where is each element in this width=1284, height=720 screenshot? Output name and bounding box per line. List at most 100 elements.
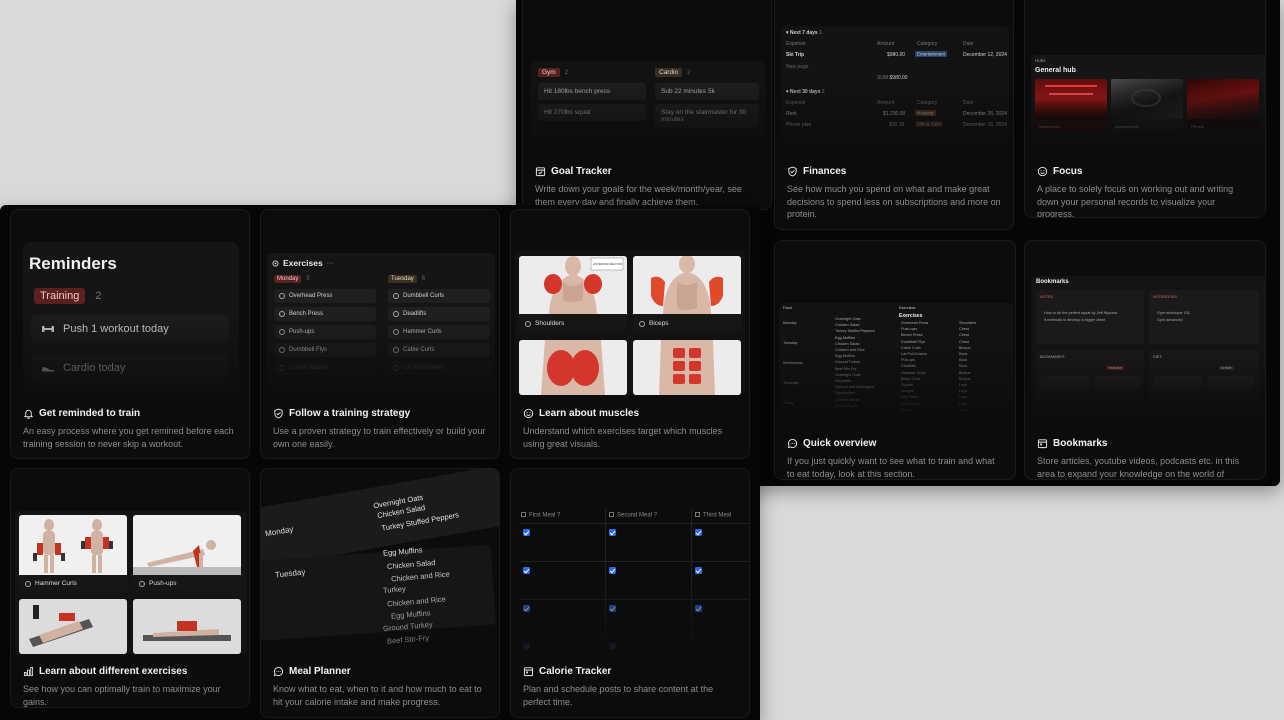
exercises-col-count: 6 [421,276,426,282]
exercise-item[interactable]: Deadlifts [388,307,490,321]
bookmarks-card[interactable]: Bookmarks NOTES How to do the perfect sq… [1024,240,1266,480]
finances-row-name[interactable]: Phone plan [786,122,811,128]
overview-food-item[interactable]: Salmon and Asparagus [835,385,874,389]
overview-food-item[interactable]: Ground Turkey [835,360,860,364]
goal-item[interactable]: Hit 180lbs bench press [538,83,646,100]
muscle-tile-glutes[interactable] [519,340,627,395]
overview-exercise-item[interactable]: Bench Press [901,333,923,337]
overview-exercise-item[interactable]: Overhead Press [901,321,928,325]
overview-exercise-item[interactable]: Pull-ups [901,358,915,362]
overview-exercise-item[interactable]: Hammer Curls [901,371,925,375]
exercise-item[interactable]: Cable Curls [388,343,490,357]
training-strategy-card[interactable]: Exercises ··· Monday 5 Tuesday 6 Overhea… [260,209,500,459]
muscle-tile-abs[interactable] [633,340,741,395]
overview-food-item[interactable]: Greek Yogurt [835,404,857,408]
focus-card[interactable]: Hubs General hub Workout hub Important h… [1024,0,1266,218]
overview-food-item[interactable]: Egg Muffins [835,336,855,340]
more-icon[interactable]: ··· [327,260,334,267]
muscle-tile-biceps[interactable]: Biceps [633,256,741,331]
reminder-item[interactable]: Cardio today [31,354,229,382]
focus-tile-pr[interactable]: PR hub [1187,79,1259,131]
goal-item[interactable]: Hit 270lbs squat [538,104,646,121]
overview-exercise-item[interactable]: Squats [901,383,913,387]
overview-food-item[interactable]: Chicken Salad [835,342,859,346]
overview-food-item[interactable]: Overnight Oats [835,373,861,377]
meal-item[interactable]: Turkey [383,584,406,595]
meal-checkbox[interactable] [609,643,616,650]
overview-exercise-item[interactable]: Push-ups [901,327,917,331]
exercise-tile-bench[interactable] [19,599,127,654]
finances-row-name[interactable]: Ski Trip [786,52,804,58]
meal-checkbox[interactable] [695,605,702,612]
overview-food-item[interactable]: Egg Muffins [835,391,855,395]
overview-food-item[interactable]: Chicken Salad [835,323,859,327]
overview-food-item[interactable]: Beef Stir-Fry [835,367,856,371]
overview-exercise-item[interactable]: Deadlifts [901,364,916,368]
overview-food-item[interactable]: Chicken Salad [835,398,859,402]
exercise-item[interactable]: Hammer Curls [388,325,490,339]
exercise-tile-push-ups[interactable]: Push-ups [133,515,241,591]
finances-row-name[interactable]: Rent [786,111,797,117]
overview-food-item[interactable]: Overnight Oats [835,317,861,321]
bookmarks-notebook-item[interactable]: Gym advanced [1157,318,1183,322]
overview-food-item[interactable]: Chicken and Rice [835,348,865,352]
exercise-item[interactable]: Push-ups [274,325,376,339]
meal-checkbox[interactable] [523,529,530,536]
overview-food-item[interactable]: Egg Muffins [835,354,855,358]
exercise-tile-hammer-curls[interactable]: Hammer Curls [19,515,127,591]
finances-new-page[interactable]: New page [786,64,809,70]
meal-checkbox[interactable] [609,529,616,536]
exercise-item[interactable]: Overhead Press [274,289,376,303]
exercise-tile-flys[interactable] [133,599,241,654]
meal-checkbox[interactable] [695,567,702,574]
overview-exercise-item[interactable]: Lunges [901,389,913,393]
overview-exercise-item[interactable]: Calf Raises [901,402,920,406]
exercise-item[interactable]: Dumbbell Curls [388,289,490,303]
reminders-heading: Reminders [29,254,117,273]
overview-exercise-item[interactable]: Plank [901,408,911,412]
overview-exercise-item[interactable]: Dumbbell Flys [901,340,925,344]
focus-breadcrumb[interactable]: Hubs [1035,58,1046,63]
reminders-card[interactable]: Reminders Training 2 Push 1 workout toda… [10,209,250,459]
overview-exercise-item[interactable]: Cable Curls [901,346,921,350]
goal-item[interactable]: Stay on the stairmaster for 30 minutes [655,104,759,128]
focus-tile-important[interactable]: Important hub [1111,79,1183,131]
muscles-card[interactable]: ANTERIOR DELTOID Shoulders Biceps Learn … [510,209,750,459]
overview-food-item[interactable]: Turkey Stuffed Peppers [835,329,875,333]
focus-tile-workout[interactable]: Workout hub [1035,79,1107,131]
exercise-item[interactable]: Lateral Raises [274,361,376,375]
meal-checkbox[interactable] [523,567,530,574]
exercises-card[interactable]: Hammer Curls Push-ups Learn about differ… [10,468,250,708]
reminder-item[interactable]: Push 1 workout today [31,315,229,343]
meal-checkbox[interactable] [609,605,616,612]
finances-card[interactable]: ▾ Next 7 days 1 Expense Amount Category … [774,0,1014,230]
overview-exercise-item[interactable]: Bicep Curls [901,377,920,381]
goal-tracker-card[interactable]: Gym 2 Cardio 2 Hit 180lbs bench press Hi… [522,0,772,210]
muscle-caption: ANTERIOR DELTOID [593,262,623,266]
muscle-tile-shoulders[interactable]: ANTERIOR DELTOID Shoulders [519,256,627,331]
bookmarks-note-item[interactable]: 5 methods to develop a bigger chest [1044,318,1105,322]
overview-exercise-item[interactable]: Leg Press [901,395,918,399]
bookmarks-title-text: Bookmarks [1053,438,1108,449]
meal-checkbox[interactable] [695,529,702,536]
overview-muscle-item: Core [959,407,968,412]
quick-overview-card[interactable]: Food Exercises Exercises Monday Tuesday … [774,240,1016,480]
meal-checkbox[interactable] [609,567,616,574]
meal-item[interactable]: Beef Stir-Fry [387,633,430,646]
bookmarks-notebook-item[interactable]: Gym technique 101 [1157,311,1190,315]
meal-checkbox[interactable] [523,605,530,612]
meal-planner-card[interactable]: Monday Tuesday Overnight Oats Chicken Sal… [260,468,500,718]
checkbox-icon [609,512,614,517]
overview-exercise-item[interactable]: Lat Pull-Downs [901,352,927,356]
overview-food-item[interactable]: Smoothie [835,379,851,383]
abs-illustration [659,340,715,395]
overview-day: Monday [783,321,797,325]
exercise-item[interactable]: Dumbbell Flys [274,343,376,357]
bookmarks-note-item[interactable]: How to do the perfect squat by Jeff Nipp… [1044,311,1117,315]
exercise-item[interactable]: Bench Press [274,307,376,321]
goal-item[interactable]: Sub 22 minutes 5k [655,83,759,100]
exercise-item[interactable]: Lat Pull-Downs [388,361,490,375]
exercise-item-label: Hammer Curls [403,329,442,335]
calorie-tracker-card[interactable]: First Meal ? Second Meal ? Third Meal Ca… [510,468,750,718]
meal-checkbox[interactable] [523,643,530,650]
